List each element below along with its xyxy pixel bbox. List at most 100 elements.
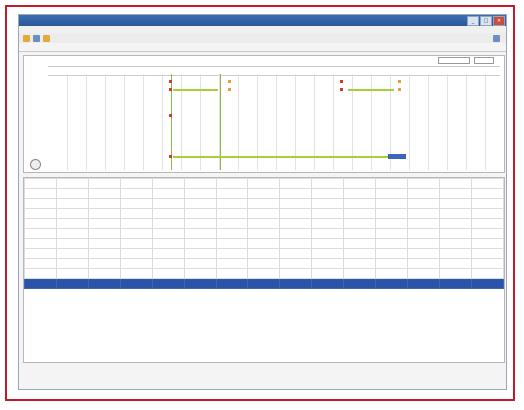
table-cell[interactable] — [407, 247, 440, 259]
table-cell[interactable] — [215, 217, 249, 229]
table-cell[interactable] — [343, 217, 377, 229]
table-cell[interactable] — [151, 227, 185, 239]
table-cell[interactable] — [119, 237, 153, 249]
table-cell[interactable] — [87, 207, 121, 219]
table-cell[interactable] — [311, 187, 345, 199]
table-cell[interactable] — [247, 227, 281, 239]
table-cell[interactable] — [247, 178, 281, 189]
table-cell[interactable] — [215, 267, 249, 279]
table-cell[interactable] — [343, 257, 377, 269]
table-row[interactable] — [24, 257, 504, 269]
table-cell[interactable] — [87, 217, 121, 229]
table-cell[interactable] — [438, 247, 472, 259]
table-cell[interactable] — [151, 187, 185, 199]
table-cell[interactable] — [215, 237, 249, 249]
table-cell[interactable] — [279, 257, 313, 269]
table-cell[interactable] — [119, 207, 153, 219]
table-cell[interactable] — [183, 227, 217, 239]
table-cell[interactable] — [311, 207, 345, 219]
table-cell[interactable] — [87, 267, 121, 279]
table-cell[interactable] — [55, 257, 89, 269]
table-cell[interactable] — [183, 257, 217, 269]
table-cell[interactable] — [119, 217, 153, 229]
table-cell[interactable] — [407, 217, 440, 229]
table-cell[interactable] — [151, 247, 185, 259]
table-cell[interactable] — [407, 237, 440, 249]
table-cell[interactable] — [311, 247, 345, 259]
table-cell[interactable] — [470, 247, 504, 259]
table-cell[interactable] — [87, 187, 121, 199]
table-row[interactable] — [24, 187, 504, 199]
minimize-button[interactable]: _ — [467, 16, 479, 26]
gantt-end-block[interactable] — [388, 154, 406, 159]
table-cell[interactable] — [247, 217, 281, 229]
table-cell[interactable] — [375, 187, 409, 199]
table-cell[interactable] — [375, 267, 409, 279]
table-cell[interactable] — [311, 217, 345, 229]
table-cell[interactable] — [55, 247, 89, 259]
table-cell[interactable] — [279, 207, 313, 219]
table-cell[interactable] — [438, 237, 472, 249]
table-row[interactable] — [24, 237, 504, 249]
table-cell[interactable] — [183, 197, 217, 209]
table-cell[interactable] — [343, 277, 377, 289]
table-cell[interactable] — [438, 277, 472, 289]
folder-icon[interactable] — [23, 34, 30, 42]
table-cell[interactable] — [215, 207, 249, 219]
table-row[interactable] — [24, 247, 504, 259]
table-cell[interactable] — [407, 227, 440, 239]
table-cell[interactable] — [279, 267, 313, 279]
table-cell[interactable] — [438, 187, 472, 199]
table-cell[interactable] — [247, 277, 281, 289]
table-cell[interactable] — [55, 277, 89, 289]
table-cell[interactable] — [55, 178, 89, 189]
table-cell[interactable] — [279, 178, 313, 189]
table-cell[interactable] — [183, 217, 217, 229]
table-row[interactable] — [24, 207, 504, 219]
table-cell[interactable] — [247, 197, 281, 209]
table-row[interactable] — [24, 197, 504, 209]
table-cell[interactable] — [311, 197, 345, 209]
table-cell[interactable] — [470, 277, 504, 289]
table-cell[interactable] — [375, 247, 409, 259]
table-cell[interactable] — [183, 267, 217, 279]
table-cell[interactable] — [55, 227, 89, 239]
table-cell[interactable] — [343, 187, 377, 199]
table-cell[interactable] — [151, 237, 185, 249]
table-cell[interactable] — [407, 267, 440, 279]
table-cell[interactable] — [311, 237, 345, 249]
table-cell[interactable] — [55, 267, 89, 279]
table-cell[interactable] — [183, 187, 217, 199]
table-cell[interactable] — [87, 237, 121, 249]
table-cell[interactable] — [151, 178, 185, 189]
table-cell[interactable] — [151, 277, 185, 289]
table-cell[interactable] — [343, 178, 377, 189]
scroll-circle-button[interactable] — [30, 159, 41, 170]
table-cell[interactable] — [119, 247, 153, 259]
table-cell[interactable] — [375, 207, 409, 219]
table-cell[interactable] — [279, 227, 313, 239]
table-cell[interactable] — [438, 217, 472, 229]
table-cell[interactable] — [470, 257, 504, 269]
table-cell[interactable] — [247, 267, 281, 279]
table-cell[interactable] — [343, 237, 377, 249]
table-cell[interactable] — [87, 227, 121, 239]
table-cell[interactable] — [215, 257, 249, 269]
table-cell[interactable] — [407, 197, 440, 209]
table-cell[interactable] — [279, 217, 313, 229]
table-cell[interactable] — [151, 197, 185, 209]
table-cell[interactable] — [119, 227, 153, 239]
table-cell[interactable] — [407, 277, 440, 289]
table-cell[interactable] — [470, 207, 504, 219]
table-cell[interactable] — [311, 178, 345, 189]
table-cell[interactable] — [407, 178, 440, 189]
table-cell[interactable] — [343, 207, 377, 219]
table-cell[interactable] — [470, 237, 504, 249]
table-cell[interactable] — [55, 207, 89, 219]
table-row[interactable] — [24, 217, 504, 229]
date-input[interactable] — [438, 57, 470, 64]
table-cell[interactable] — [470, 217, 504, 229]
table-cell[interactable] — [119, 257, 153, 269]
table-cell[interactable] — [247, 207, 281, 219]
table-cell[interactable] — [311, 257, 345, 269]
